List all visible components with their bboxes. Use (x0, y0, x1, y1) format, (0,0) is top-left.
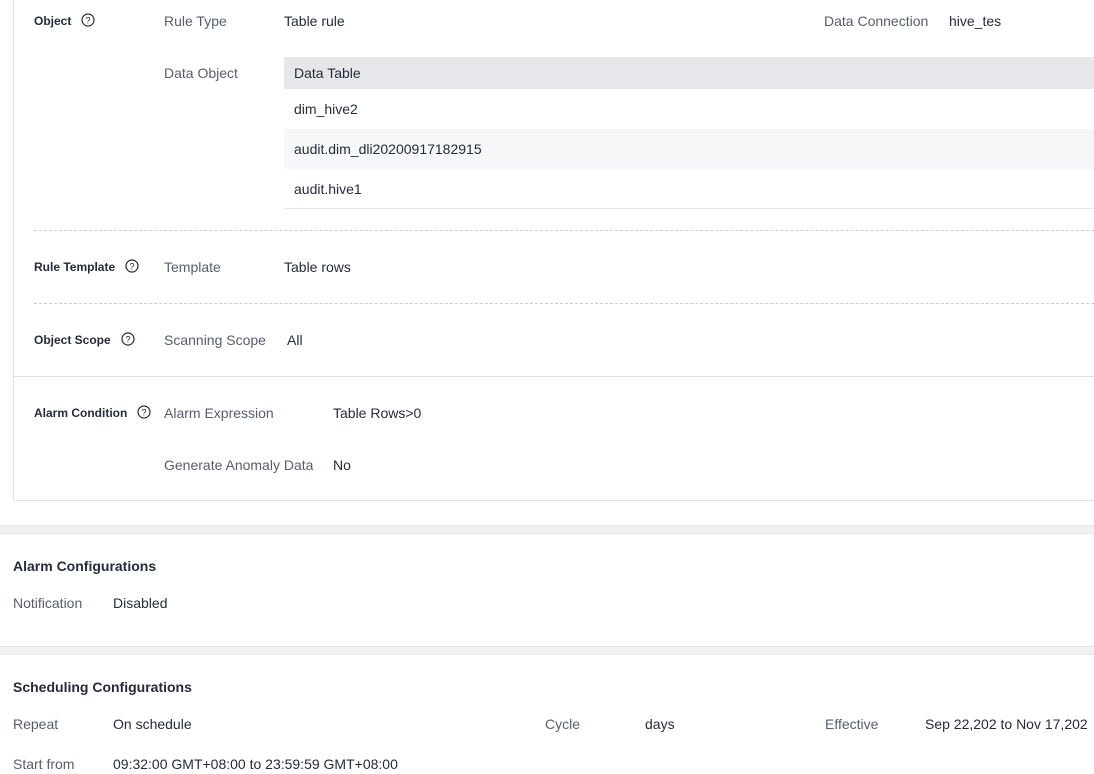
scheduling-configurations-title: Scheduling Configurations (13, 679, 192, 695)
scanning-scope-value: All (287, 332, 303, 348)
cycle-value: days (645, 716, 675, 732)
alarm-condition-section-heading: Alarm Condition ? (34, 404, 151, 422)
notification-value: Disabled (113, 595, 168, 611)
section-separator (0, 525, 1094, 534)
data-connection-label: Data Connection (824, 13, 929, 29)
divider (34, 303, 1094, 304)
data-connection-value: hive_tes (949, 13, 1002, 29)
rule-type-value: Table rule (284, 13, 345, 29)
data-table-header: Data Table (284, 57, 1094, 89)
svg-text:?: ? (125, 334, 130, 344)
repeat-label: Repeat (13, 716, 59, 732)
section-separator (0, 646, 1094, 655)
object-scope-section-label: Object Scope (34, 333, 111, 347)
notification-label: Notification (13, 595, 83, 611)
data-object-label: Data Object (164, 65, 238, 81)
svg-text:?: ? (130, 261, 135, 271)
object-scope-section-heading: Object Scope ? (34, 331, 135, 349)
alarm-expression-label: Alarm Expression (164, 405, 274, 421)
alarm-expression-value: Table Rows>0 (333, 405, 422, 421)
svg-text:?: ? (86, 15, 91, 25)
divider (34, 230, 1094, 231)
effective-label: Effective (825, 716, 879, 732)
start-from-value: 09:32:00 GMT+08:00 to 23:59:59 GMT+08:00 (113, 756, 398, 772)
object-section-heading: Object ? (34, 12, 95, 30)
start-from-label: Start from (13, 756, 75, 772)
rule-template-section-heading: Rule Template ? (34, 258, 139, 276)
repeat-value: On schedule (113, 716, 192, 732)
rule-type-label: Rule Type (164, 13, 227, 29)
generate-anomaly-value: No (333, 457, 351, 473)
table-row: audit.dim_dli20200917182915 (284, 129, 1094, 169)
help-circle-icon[interactable]: ? (120, 332, 135, 349)
generate-anomaly-label: Generate Anomaly Data (164, 457, 314, 473)
help-circle-icon[interactable]: ? (125, 259, 139, 276)
help-circle-icon[interactable]: ? (137, 405, 151, 422)
help-circle-icon[interactable]: ? (81, 13, 95, 30)
scanning-scope-label: Scanning Scope (164, 332, 266, 348)
object-section-label: Object (34, 14, 72, 28)
table-row: audit.hive1 (284, 169, 1094, 209)
svg-text:?: ? (142, 407, 147, 417)
table-row: dim_hive2 (294, 101, 358, 117)
divider (13, 376, 1094, 377)
alarm-configurations-title: Alarm Configurations (13, 558, 157, 574)
template-value: Table rows (284, 259, 351, 275)
data-table: Data Table dim_hive2 audit.dim_dli202009… (284, 57, 1094, 209)
alarm-condition-section-label: Alarm Condition (34, 406, 128, 420)
cycle-label: Cycle (545, 716, 581, 732)
template-label: Template (164, 259, 221, 275)
effective-value: Sep 22,202 to Nov 17,202 (925, 716, 1088, 732)
rule-template-section-label: Rule Template (34, 260, 116, 274)
